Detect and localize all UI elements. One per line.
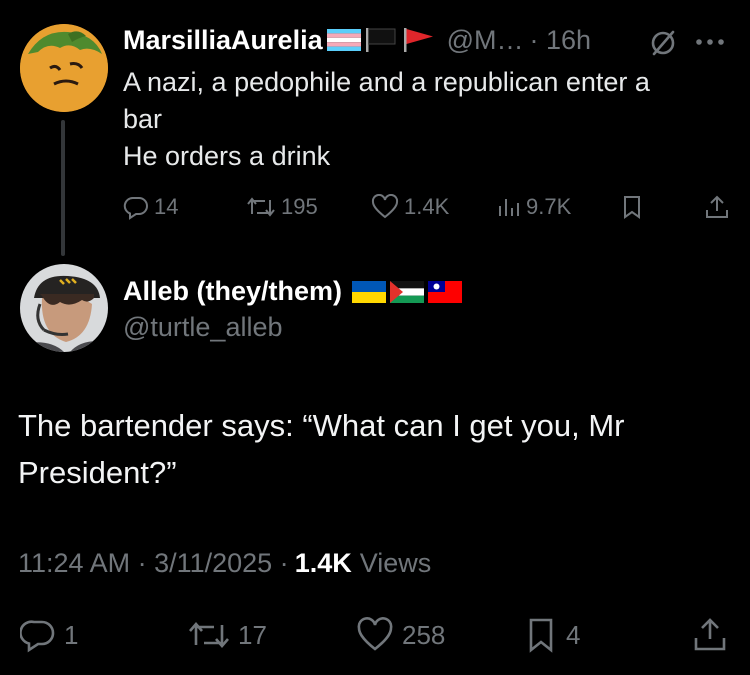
repost-button[interactable]: 17	[188, 617, 267, 653]
reply-text-line: President?”	[18, 455, 177, 490]
parent-author-name[interactable]: MarsilliaAurelia	[123, 25, 323, 56]
reply-text-line: The bartender says: “What can I get you,…	[18, 408, 625, 443]
parent-text-line: He orders a drink	[123, 141, 331, 171]
parent-views-count: 9.7K	[526, 194, 572, 219]
parent-like-count: 1.4K	[404, 194, 450, 219]
parent-tweet-header: MarsilliaAurelia @M… · 16h	[123, 22, 591, 58]
reply-button[interactable]: 1	[20, 617, 78, 653]
reply-count: 1	[64, 619, 79, 650]
parent-reply-button[interactable]: 14	[123, 194, 178, 220]
bookmark-count: 4	[566, 619, 581, 650]
tweet-timestamp[interactable]: 11:24 AM · 3/11/2025 ·	[18, 548, 289, 579]
parent-tweet-time[interactable]: · 16h	[530, 25, 592, 56]
share-icon	[694, 618, 726, 651]
parent-share-button[interactable]	[704, 194, 730, 220]
palestine-flag-icon	[390, 280, 425, 303]
reply-avatar[interactable]	[20, 264, 108, 352]
heart-icon	[371, 194, 399, 219]
parent-reply-count: 14	[154, 194, 179, 219]
black-flag-icon	[365, 28, 396, 52]
tweet-meta: 11:24 AM · 3/11/2025 · 1.4K Views	[18, 548, 431, 579]
like-count: 258	[402, 619, 446, 650]
parent-tweet-text: A nazi, a pedophile and a republican ent…	[123, 64, 733, 175]
red-flag-icon	[403, 28, 433, 52]
bookmark-icon	[529, 618, 553, 653]
views-icon	[499, 199, 519, 216]
parent-text-line: A nazi, a pedophile and a republican ent…	[123, 67, 650, 97]
reply-author-handle[interactable]: @turtle_alleb	[123, 312, 283, 343]
reply-icon	[123, 196, 148, 220]
parent-text-line: bar	[123, 104, 163, 134]
repost-icon	[189, 622, 229, 648]
grok-icon[interactable]	[648, 28, 678, 58]
parent-repost-button[interactable]: 195	[246, 194, 318, 220]
like-button[interactable]: 258	[356, 617, 445, 653]
share-button[interactable]	[692, 617, 728, 653]
bookmark-icon	[624, 196, 640, 219]
parent-bookmark-button[interactable]	[620, 194, 644, 220]
repost-icon	[247, 197, 275, 217]
reply-tweet-header: Alleb (they/them)	[123, 276, 463, 307]
taiwan-flag-icon	[428, 280, 463, 303]
parent-like-button[interactable]: 1.4K	[371, 194, 449, 220]
repost-count: 17	[238, 619, 267, 650]
ukraine-flag-icon	[352, 280, 387, 303]
parent-avatar[interactable]	[20, 24, 108, 112]
thread-line	[61, 120, 65, 256]
share-icon	[706, 195, 728, 218]
reply-author-name[interactable]: Alleb (they/them)	[123, 276, 342, 307]
bookmark-button[interactable]: 4	[524, 617, 580, 653]
heart-icon	[357, 617, 393, 651]
reply-tweet-text: The bartender says: “What can I get you,…	[18, 402, 733, 496]
views-label: Views	[359, 548, 432, 578]
reply-icon	[20, 620, 55, 653]
parent-views-button[interactable]: 9.7K	[497, 194, 571, 220]
parent-repost-count: 195	[281, 194, 318, 219]
more-options-icon[interactable]	[694, 30, 726, 54]
parent-author-handle[interactable]: @M…	[447, 25, 524, 56]
views-count: 1.4K	[294, 548, 352, 578]
transgender-flag-icon	[326, 29, 361, 51]
